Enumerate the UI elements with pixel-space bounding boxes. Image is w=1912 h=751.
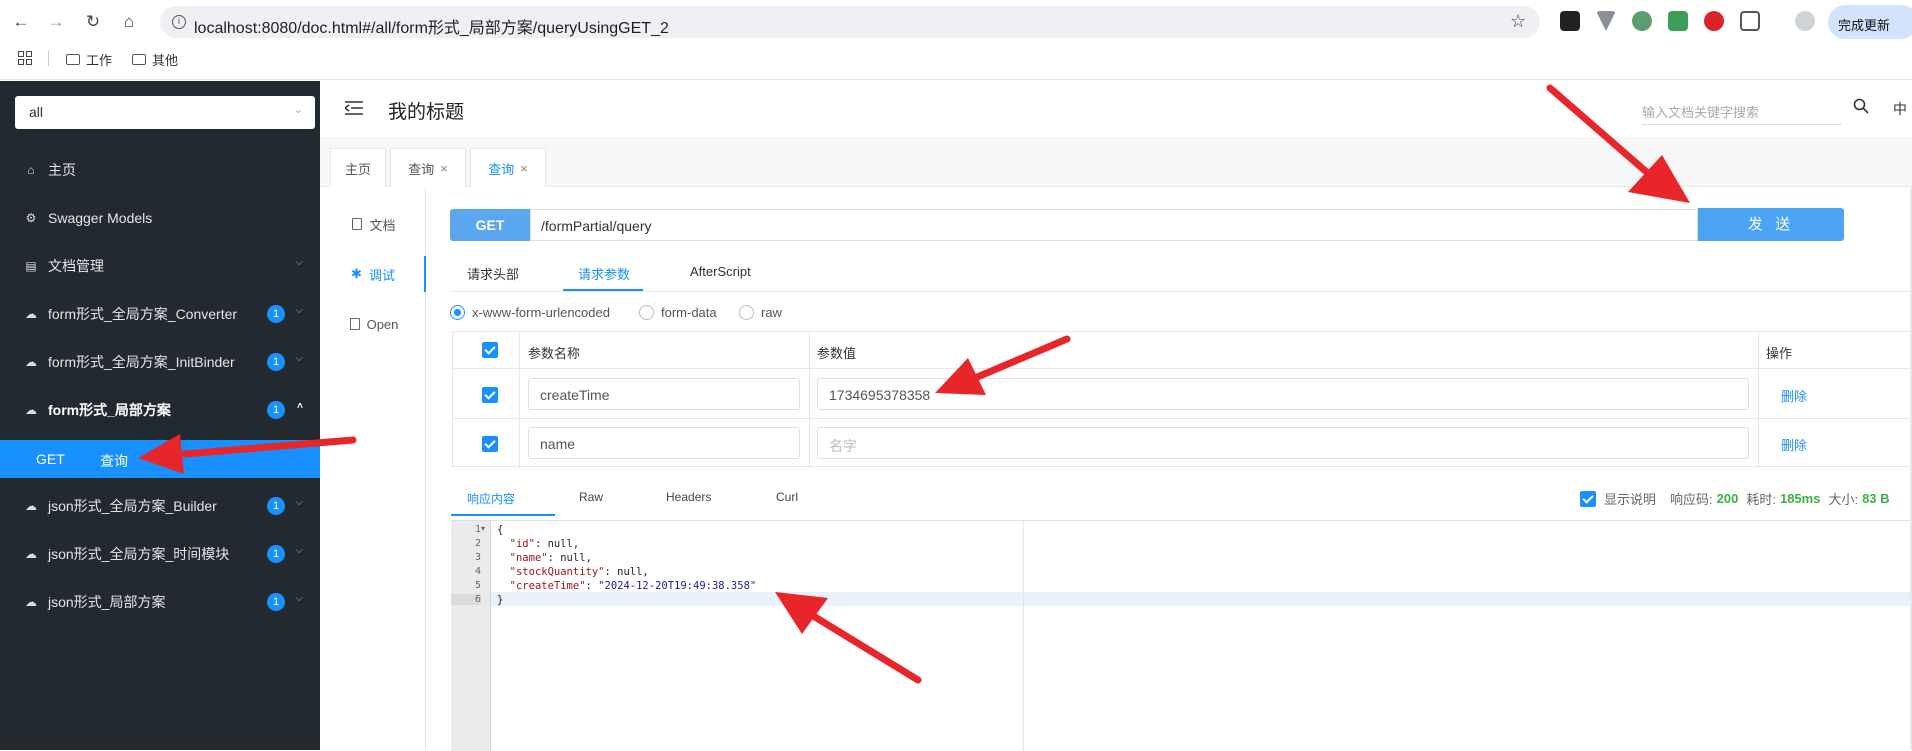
arrow-to-send bbox=[1546, 84, 1654, 179]
arrow-head bbox=[775, 592, 828, 634]
arrow-to-param-value bbox=[971, 335, 1071, 382]
arrow-head bbox=[138, 434, 184, 474]
arrow-to-query-item bbox=[181, 436, 357, 458]
annotation-arrows bbox=[138, 84, 1690, 684]
arrow-to-response bbox=[811, 613, 922, 684]
